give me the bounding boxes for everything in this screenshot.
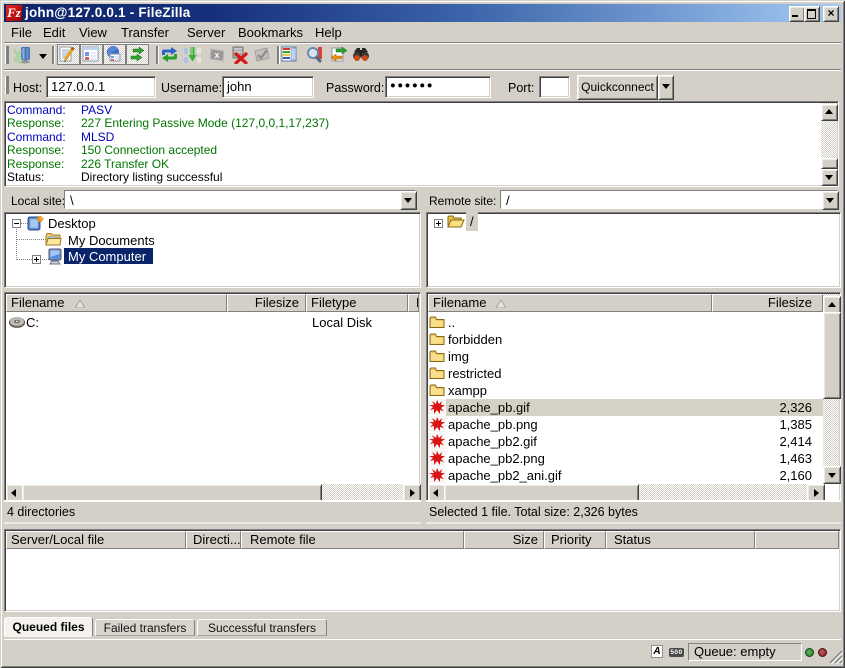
svg-text:x: x xyxy=(214,50,219,60)
